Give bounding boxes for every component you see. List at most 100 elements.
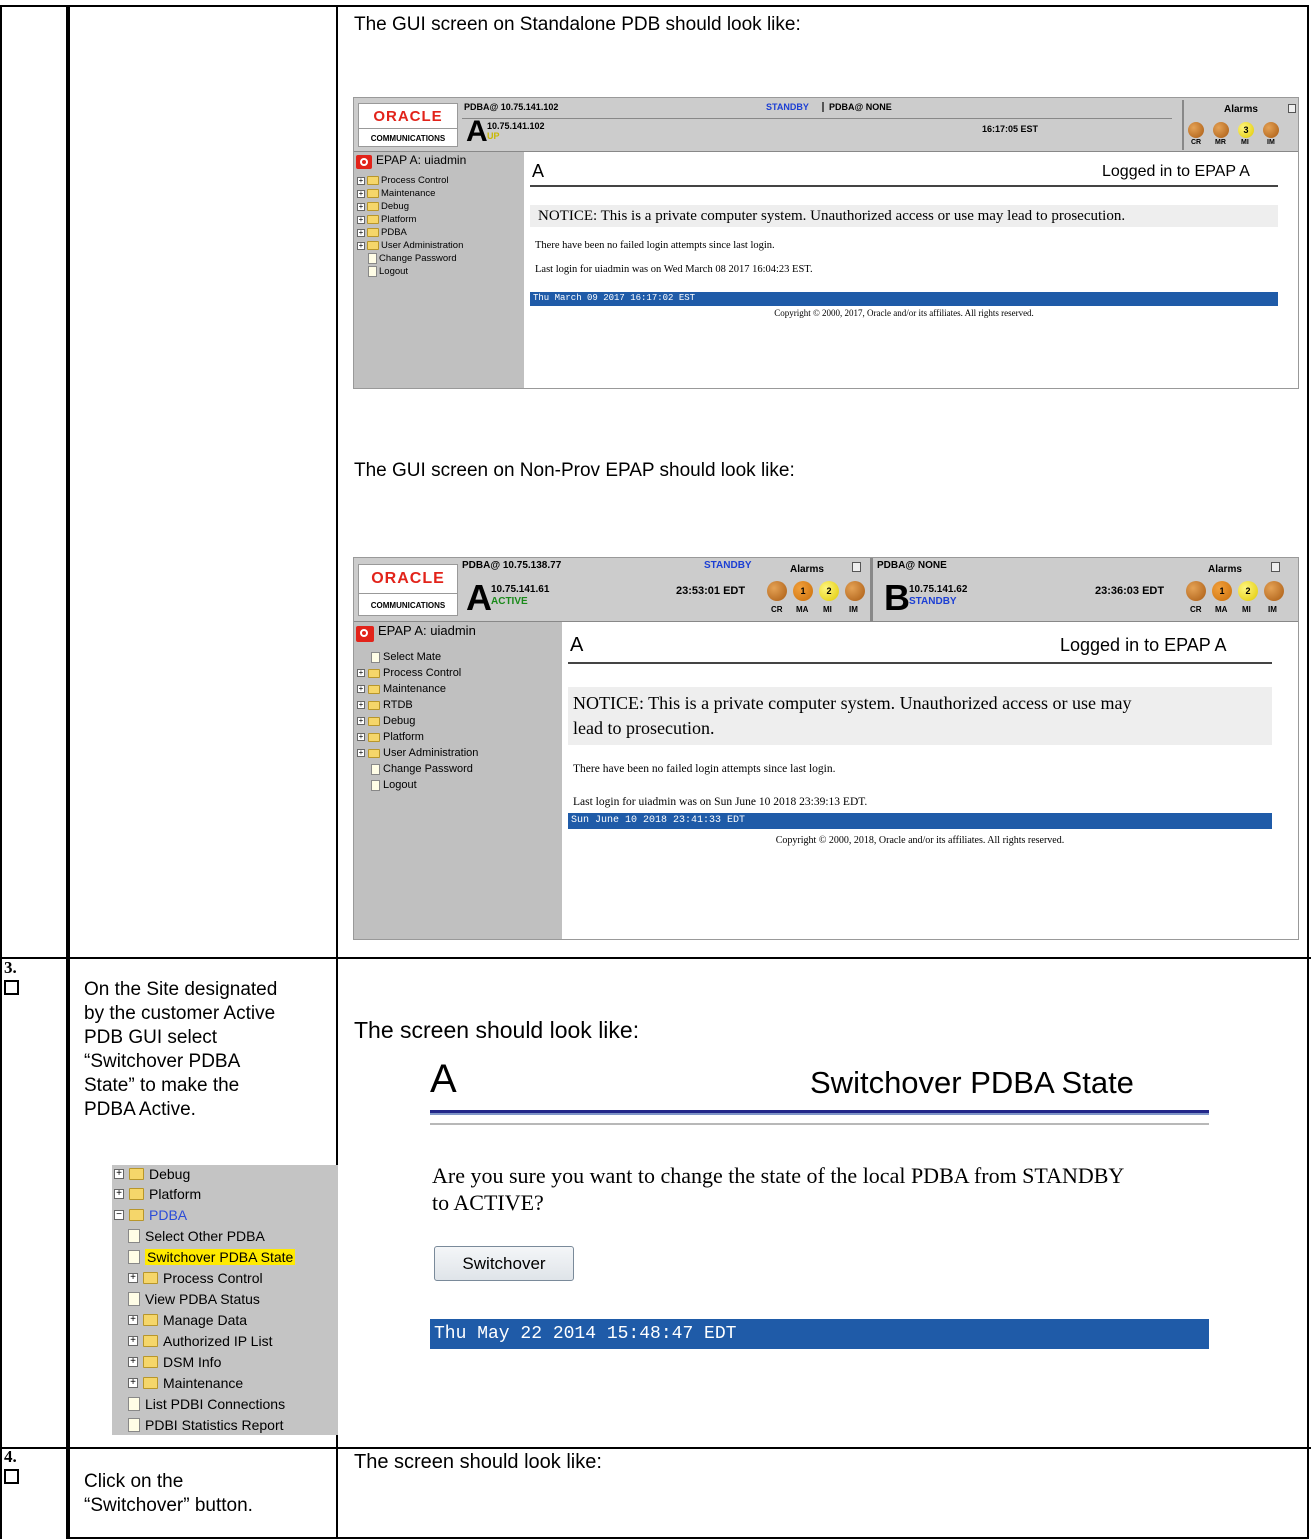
title-rule <box>430 1123 1209 1125</box>
alarm-ma-indicator[interactable]: 1 <box>793 581 813 601</box>
expand-icon: + <box>357 732 365 741</box>
menu-user-administration[interactable]: + User Administration <box>357 747 478 759</box>
expand-icon: + <box>357 214 365 224</box>
alarm-cr-indicator[interactable] <box>1188 122 1204 138</box>
menu-process-control[interactable]: + Process Control <box>357 667 461 679</box>
step-checkbox[interactable] <box>4 980 19 995</box>
step4-caption: The screen should look like: <box>354 1451 602 1473</box>
menu-maintenance[interactable]: + Maintenance <box>357 188 435 199</box>
folder-icon <box>368 700 380 710</box>
folder-icon <box>368 732 380 742</box>
failed-login-text: There have been no failed login attempts… <box>573 763 836 775</box>
alarm-mr-indicator[interactable] <box>1213 122 1229 138</box>
server-ip: 10.75.141.102 <box>487 121 545 131</box>
alarm-label: MI <box>1241 139 1249 146</box>
alarm-cr-indicator[interactable] <box>767 581 787 601</box>
folder-open-icon <box>129 1209 144 1221</box>
copyright-text: Copyright © 2000, 2018, Oracle and/or it… <box>775 835 1065 846</box>
server-letter: A <box>466 115 488 148</box>
server-ip: 10.75.141.61 <box>491 584 550 595</box>
server-ip: 10.75.141.62 <box>909 584 968 595</box>
menu-maintenance[interactable]: + Maintenance <box>108 1375 243 1391</box>
expand-icon: + <box>357 175 365 185</box>
server-letter: B <box>884 577 910 618</box>
mate-pdba-address: PDBA@ NONE <box>877 560 947 571</box>
notice-banner: NOTICE: This is a private computer syste… <box>568 687 1272 745</box>
menu-select-mate[interactable]: Select Mate <box>371 651 441 663</box>
menu-switchover-pdba-state[interactable]: Switchover PDBA State <box>128 1249 296 1265</box>
pdba-address: PDBA@ 10.75.138.77 <box>462 560 562 571</box>
step-instruction: On the Site designated by the customer A… <box>84 979 278 1120</box>
menu-logout[interactable]: Logout <box>371 779 417 791</box>
menu-platform[interactable]: + Platform <box>114 1186 201 1202</box>
alarms-label: Alarms <box>790 564 824 575</box>
alarm-im-indicator[interactable] <box>845 581 865 601</box>
folder-icon <box>129 1188 144 1200</box>
alarm-label: MA <box>1215 605 1228 614</box>
top-divider <box>462 118 1172 119</box>
menu-change-password[interactable]: Change Password <box>371 763 473 775</box>
menu-pdba[interactable]: + PDBA <box>357 227 407 238</box>
menu-list-pdbi-connections[interactable]: List PDBI Connections <box>128 1396 285 1412</box>
menu-authorized-ip-list[interactable]: + Authorized IP List <box>108 1333 272 1349</box>
pane-server-letter: A <box>570 634 584 656</box>
menu-rtdb[interactable]: + RTDB <box>357 699 413 711</box>
logged-in-text: Logged in to EPAP A <box>1060 635 1227 655</box>
content-pane <box>562 622 1298 939</box>
menu-pdbi-statistics-report[interactable]: PDBI Statistics Report <box>128 1417 284 1433</box>
alarm-ma-indicator[interactable]: 1 <box>1212 581 1232 601</box>
expand-icon: + <box>128 1378 138 1388</box>
menu-select-other-pdba[interactable]: Select Other PDBA <box>128 1228 265 1244</box>
switchover-button[interactable]: Switchover <box>434 1246 574 1281</box>
menu-change-password[interactable]: Change Password <box>368 253 457 264</box>
menu-process-control[interactable]: + Process Control <box>357 175 449 186</box>
page-icon <box>371 651 380 663</box>
caption-nonprov: The GUI screen on Non-Prov EPAP should l… <box>354 460 795 481</box>
notice-line: NOTICE: This is a private computer syste… <box>573 693 1132 713</box>
menu-platform[interactable]: + Platform <box>357 214 416 225</box>
menu-process-control[interactable]: + Process Control <box>108 1270 263 1286</box>
menu-view-pdba-status[interactable]: View PDBA Status <box>128 1291 260 1307</box>
notice-banner: NOTICE: This is a private computer syste… <box>530 205 1278 227</box>
alarm-mi-indicator[interactable]: 2 <box>819 581 839 601</box>
step-checkbox[interactable] <box>4 1469 19 1484</box>
alarm-label: MR <box>1215 139 1226 146</box>
menu-debug[interactable]: + Debug <box>357 715 415 727</box>
folder-icon <box>368 716 380 726</box>
alarms-label: Alarms <box>1224 104 1258 115</box>
folder-icon <box>143 1356 158 1368</box>
pane-server-letter: A <box>430 1057 457 1101</box>
alarm-mi-indicator[interactable]: 2 <box>1238 581 1258 601</box>
menu-debug[interactable]: + Debug <box>114 1166 190 1182</box>
alarm-im-indicator[interactable] <box>1264 581 1284 601</box>
expand-icon: + <box>357 201 365 211</box>
clock: 16:17:05 EST <box>982 124 1039 134</box>
menu-platform[interactable]: + Platform <box>357 731 424 743</box>
folder-icon <box>367 228 379 237</box>
menu-manage-data[interactable]: + Manage Data <box>108 1312 247 1328</box>
page-icon <box>368 253 377 264</box>
table-top-border <box>0 5 68 7</box>
menu-logout[interactable]: Logout <box>368 266 408 277</box>
page-icon <box>128 1418 140 1432</box>
alarm-mi-indicator[interactable]: 3 <box>1238 122 1254 138</box>
menu-debug[interactable]: + Debug <box>357 201 409 212</box>
alarm-panel-icon[interactable] <box>1271 562 1280 572</box>
user-line: EPAP A: uiadmin <box>376 153 467 167</box>
alarm-panel-icon[interactable] <box>1288 104 1296 113</box>
menu-pdba[interactable]: − PDBA <box>114 1207 187 1223</box>
menu-dsm-info[interactable]: + DSM Info <box>108 1354 221 1370</box>
alarm-label: MI <box>823 605 832 614</box>
alarm-label: MI <box>1242 605 1251 614</box>
alarm-cr-indicator[interactable] <box>1186 581 1206 601</box>
page-icon <box>128 1250 140 1264</box>
page-icon <box>368 266 377 277</box>
expand-icon: + <box>357 700 365 709</box>
folder-icon <box>143 1272 158 1284</box>
alarm-panel-icon[interactable] <box>852 562 861 572</box>
pane-rule <box>530 185 1278 187</box>
menu-maintenance[interactable]: + Maintenance <box>357 683 446 695</box>
alarm-im-indicator[interactable] <box>1263 122 1279 138</box>
server-state: ACTIVE <box>491 596 528 607</box>
menu-user-administration[interactable]: + User Administration <box>357 240 463 251</box>
